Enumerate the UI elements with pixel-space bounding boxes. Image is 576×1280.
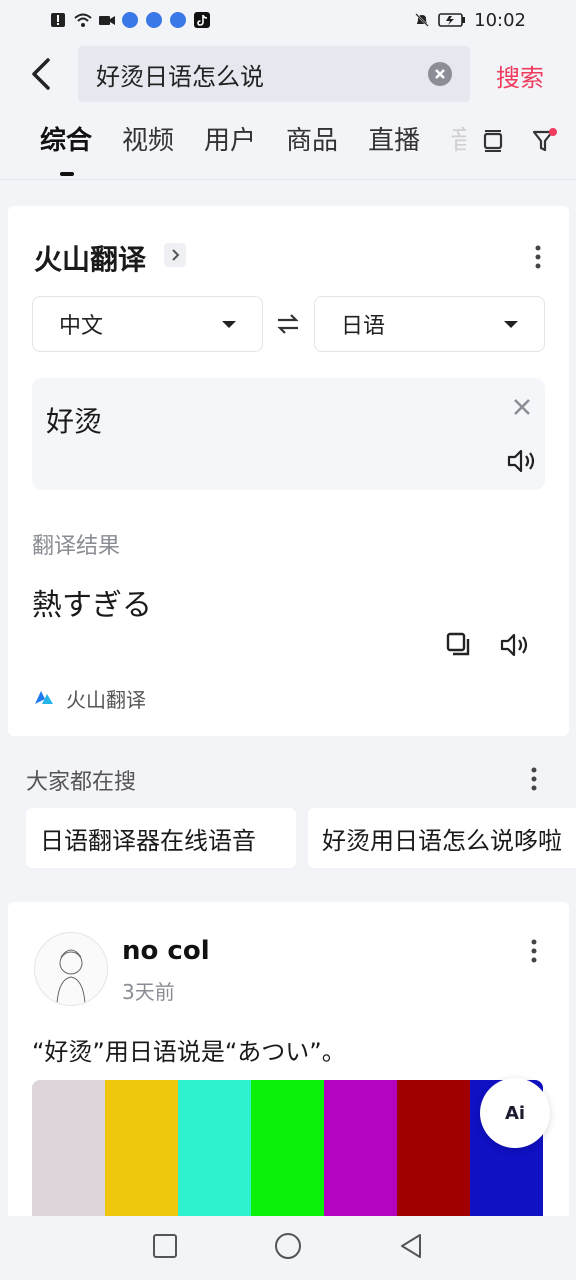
- volcano-logo-icon: [34, 687, 54, 711]
- search-row: 好烫日语怎么说 搜索: [0, 44, 576, 104]
- tab-divider: [0, 179, 576, 180]
- source-language-label: 中文: [59, 314, 104, 339]
- translator-brand-label: 火山翻译: [66, 688, 146, 712]
- back-arrow-icon[interactable]: [26, 56, 58, 92]
- more-options-icon[interactable]: [534, 244, 542, 270]
- app-notification-icon: [122, 12, 138, 28]
- swap-languages-icon[interactable]: [276, 312, 300, 336]
- post-image[interactable]: [32, 1080, 543, 1218]
- status-icons-left: [50, 12, 210, 28]
- color-bar: [32, 1080, 105, 1218]
- recent-apps-icon[interactable]: [152, 1233, 178, 1263]
- status-icons-right: 10:02: [414, 10, 526, 31]
- app-notification-icon: [170, 12, 186, 28]
- target-language-label: 日语: [341, 314, 386, 339]
- post-author[interactable]: no col: [122, 936, 210, 966]
- color-bar: [105, 1080, 178, 1218]
- tab-video[interactable]: 视频: [122, 120, 174, 157]
- mute-bell-icon: [414, 12, 430, 28]
- post-time: 3天前: [122, 980, 175, 1004]
- post-text: “好烫”用日语说是“あつい”。: [32, 1038, 346, 1066]
- hot-search-chip[interactable]: 日语翻译器在线语音: [26, 808, 296, 868]
- translation-input-box[interactable]: 好烫: [32, 378, 545, 490]
- app-notification-icon: [146, 12, 162, 28]
- tab-users[interactable]: 用户: [204, 120, 256, 157]
- tab-products[interactable]: 商品: [286, 120, 338, 157]
- filter-icon[interactable]: [532, 128, 558, 158]
- battery-icon: [438, 12, 466, 28]
- result-text: 熱すぎる: [32, 588, 152, 623]
- translator-brand[interactable]: 火山翻译: [34, 684, 146, 713]
- hot-search-chip[interactable]: 好烫用日语怎么说哆啦: [308, 808, 576, 868]
- tiktok-icon: [194, 12, 210, 28]
- status-time: 10:02: [474, 9, 526, 31]
- tab-music[interactable]: 音: [450, 120, 466, 157]
- target-language-select[interactable]: 日语: [314, 296, 545, 352]
- tab-tools: [482, 128, 558, 158]
- speaker-icon[interactable]: [507, 448, 537, 474]
- caret-down-icon: [504, 321, 518, 328]
- color-bar: [397, 1080, 470, 1218]
- search-query-text: 好烫日语怎么说: [96, 62, 264, 91]
- copy-icon[interactable]: [446, 632, 472, 658]
- ai-button-label: Ai: [504, 1102, 526, 1124]
- home-icon[interactable]: [274, 1232, 302, 1264]
- color-bar: [324, 1080, 397, 1218]
- hot-searches-title: 大家都在搜: [26, 770, 137, 795]
- translation-input-text: 好烫: [46, 405, 103, 438]
- source-language-select[interactable]: 中文: [32, 296, 263, 352]
- caret-down-icon: [222, 321, 236, 328]
- video-camera-icon: [98, 12, 115, 28]
- clear-search-icon[interactable]: [428, 62, 452, 86]
- color-bar: [251, 1080, 324, 1218]
- post-more-icon[interactable]: [530, 938, 538, 964]
- avatar[interactable]: [34, 932, 108, 1006]
- wifi-icon: [74, 12, 92, 28]
- color-bar: [178, 1080, 251, 1218]
- result-speaker-icon[interactable]: [500, 632, 530, 658]
- translator-card: 火山翻译 中文 日语 好烫 翻译结果 熱すぎる 火山翻译: [8, 206, 569, 736]
- tab-comprehensive[interactable]: 综合: [40, 120, 92, 176]
- status-bar: 10:02: [0, 0, 576, 40]
- result-label: 翻译结果: [32, 534, 121, 559]
- back-nav-icon[interactable]: [398, 1232, 424, 1264]
- alert-icon: [50, 12, 66, 28]
- ai-assistant-button[interactable]: Ai: [480, 1078, 550, 1148]
- clear-input-icon[interactable]: [511, 396, 533, 418]
- system-nav-bar: [0, 1216, 576, 1280]
- layout-icon[interactable]: [482, 128, 504, 158]
- chevron-right-icon[interactable]: [164, 243, 186, 267]
- search-button[interactable]: 搜索: [496, 58, 544, 93]
- tab-live[interactable]: 直播: [368, 120, 420, 157]
- search-input[interactable]: 好烫日语怎么说: [78, 46, 470, 102]
- translator-title[interactable]: 火山翻译: [34, 238, 146, 278]
- hot-searches-more-icon[interactable]: [530, 766, 538, 792]
